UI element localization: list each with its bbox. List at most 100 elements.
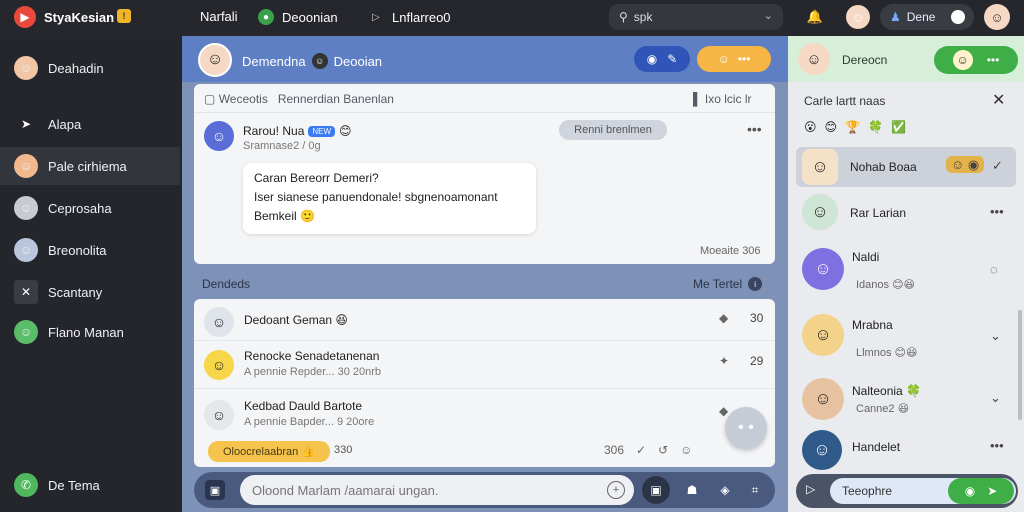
avatar: ☺ [802, 149, 838, 185]
contact-item[interactable]: ☺ Rar Larian ••• [796, 190, 1016, 234]
header-action-button[interactable]: ◉ ✎ [634, 46, 690, 72]
sidebar-item-0[interactable]: ☺ Deahadin [0, 49, 180, 87]
status-icons: ☺ ◉ [946, 156, 985, 173]
play-icon[interactable]: ▷ [806, 482, 815, 496]
contacts-header-title: Dereocn [842, 53, 888, 67]
message-status-pill[interactable]: Renni brenlmen [559, 120, 667, 140]
item-count: 29 [750, 354, 764, 368]
reaction-count: 330 [334, 444, 353, 456]
avatar: ☺ [802, 194, 838, 230]
chat-icon[interactable]: ◌ [990, 262, 998, 277]
attachment-icon[interactable]: ▣ [205, 480, 225, 500]
contacts-send-button[interactable]: ◉ ➤ [948, 478, 1014, 504]
close-icon: ✕ [14, 280, 38, 304]
card-footer: Moeaite 306 [700, 245, 761, 257]
top-nav-1[interactable]: Narfali [200, 9, 238, 24]
emoji-icon[interactable]: 😮 [804, 120, 817, 134]
emoji-icon[interactable]: 🍀 [868, 120, 883, 134]
assistant-fab[interactable]: • • [725, 407, 767, 449]
bubble-line-3: Bemkeil 🙂 [254, 209, 315, 223]
sidebar-item-2[interactable]: ☺ Pale cirhiema [0, 147, 180, 185]
chevron-down-icon[interactable]: ⌄ [990, 390, 1001, 406]
app-badge: ! [117, 9, 131, 23]
emoji-icon: 😊 [339, 124, 352, 138]
emoji-icon: 😆 [335, 313, 348, 327]
list-item[interactable]: ☺ Dedoant Geman 😆 ◆ 30 [194, 299, 775, 345]
list-item[interactable]: ☺ Renocke Senadetanenan A pennie Repder.… [194, 342, 775, 388]
image-icon[interactable]: ▣ [642, 476, 670, 504]
more-icon: ••• [737, 52, 751, 66]
mic-icon[interactable]: ☗ [678, 476, 706, 504]
sidebar-item-4[interactable]: ☺ Breonolita [0, 231, 180, 269]
contacts-header-button[interactable]: ☺ ••• [934, 46, 1018, 74]
sidebar-item-1[interactable]: ➤ Alapa [0, 105, 180, 143]
more-icon[interactable]: ••• [747, 121, 762, 137]
message-input[interactable] [240, 475, 634, 505]
chevron-down-icon: ⌄ [763, 10, 773, 22]
avatar: ☺ [204, 307, 234, 337]
top-nav-2[interactable]: ● Deoonian [258, 9, 338, 25]
section-label: Dendeds [202, 277, 251, 291]
contact-item[interactable]: ☺ Nalteonia 🍀 Canne2 😆 ⌄ [796, 374, 1016, 424]
more-icon[interactable]: ••• [990, 438, 1004, 453]
add-icon[interactable]: + [607, 481, 625, 499]
pin-icon: ◆ [719, 404, 729, 418]
crop-icon[interactable]: ⌗ [741, 476, 769, 504]
sidebar-item-3[interactable]: ☺ Ceprosaha [0, 189, 180, 227]
bubble-line-1: Caran Bereorr Demeri? [254, 171, 379, 185]
user-chip[interactable]: ♟ Dene [880, 4, 974, 30]
camera-icon[interactable]: ◈ [711, 476, 739, 504]
search-box[interactable]: ⚲ spk ⌄ [609, 4, 783, 30]
top-bar [0, 0, 1024, 36]
avatar: ☺ [14, 56, 38, 80]
globe-icon: ● [258, 9, 274, 25]
emoji-icon[interactable]: 😊 [825, 120, 838, 134]
emoji-icon[interactable]: 🏆 [845, 120, 860, 134]
avatar[interactable]: ☺ [846, 5, 870, 29]
avatar: ☺ [802, 248, 844, 290]
check-icon[interactable]: ✓ [636, 443, 646, 457]
avatar: ☺ [14, 320, 38, 344]
reply-icon[interactable]: ↺ [658, 443, 668, 457]
contacts-header-avatar[interactable]: ☺ [798, 43, 830, 75]
app-title: StyaKesian [44, 10, 115, 25]
new-badge: NEW [308, 125, 336, 137]
reaction-row: 😮 😊 🏆 🍀 ✅ [804, 120, 906, 134]
contact-item[interactable]: ☺ Naldi Idanos 😊😆 ◌ [796, 242, 1016, 302]
reaction-pill[interactable]: Oloocrelaabran 👍 [208, 441, 330, 462]
header-user-button[interactable]: ☺ ••• [697, 46, 771, 72]
chat-header-avatar[interactable]: ☺ [198, 43, 232, 77]
top-nav-3[interactable]: ▷ Lnflarreo0 [368, 9, 450, 25]
emoji-icon[interactable]: ☺ [680, 443, 692, 457]
close-icon[interactable]: ✕ [992, 90, 1005, 110]
notification-icon[interactable]: 🔔 [803, 5, 827, 29]
chat-icon: ✆ [14, 473, 38, 497]
contact-item[interactable]: ☺ Nohab Boaa ☺ ◉ ✓ [796, 147, 1016, 187]
sidebar-item-5[interactable]: ✕ Scantany [0, 273, 180, 311]
bubble-line-2: Iser sianese panuendonale! sbgnenoamonan… [254, 190, 498, 204]
list-footer-icons: 306 ✓ ↺ ☺ [604, 443, 693, 457]
contact-item[interactable]: ☺ Mrabna Llmnos 😊😆 ⌄ [796, 310, 1016, 370]
avatar: ☺ [204, 400, 234, 430]
list-item[interactable]: ☺ Kedbad Dauld Bartote A pennie Bapder..… [194, 392, 775, 438]
message-meta: Sramnase2 / 0g [243, 140, 321, 152]
thread-card-header: ▢ Weceotis Rennerdian Banenlan [204, 92, 394, 106]
edit-icon: ✎ [667, 52, 678, 66]
check-icon[interactable]: ✓ [992, 158, 1003, 174]
more-icon[interactable]: ••• [990, 204, 1004, 219]
profile-avatar[interactable]: ☺ [984, 4, 1010, 30]
message-avatar[interactable]: ☺ [204, 121, 234, 151]
avatar: ☺ [717, 52, 730, 66]
section-right[interactable]: Me Tertel i [693, 277, 763, 291]
avatar: ☺ [802, 378, 844, 420]
record-icon [951, 10, 966, 24]
sidebar-footer-item[interactable]: ✆ De Tema [0, 466, 180, 504]
emoji-icon[interactable]: ✅ [891, 120, 906, 134]
contact-item[interactable]: ☺ Handelet ••• [796, 428, 1016, 470]
scrollbar[interactable] [1018, 310, 1022, 420]
divider [194, 340, 775, 341]
chevron-down-icon[interactable]: ⌄ [990, 328, 1001, 344]
sidebar-item-6[interactable]: ☺ Flano Manan [0, 313, 180, 351]
thread-card-icons[interactable]: ▌ Ixo lcic lr [693, 92, 752, 106]
play-icon: ▷ [372, 11, 380, 23]
